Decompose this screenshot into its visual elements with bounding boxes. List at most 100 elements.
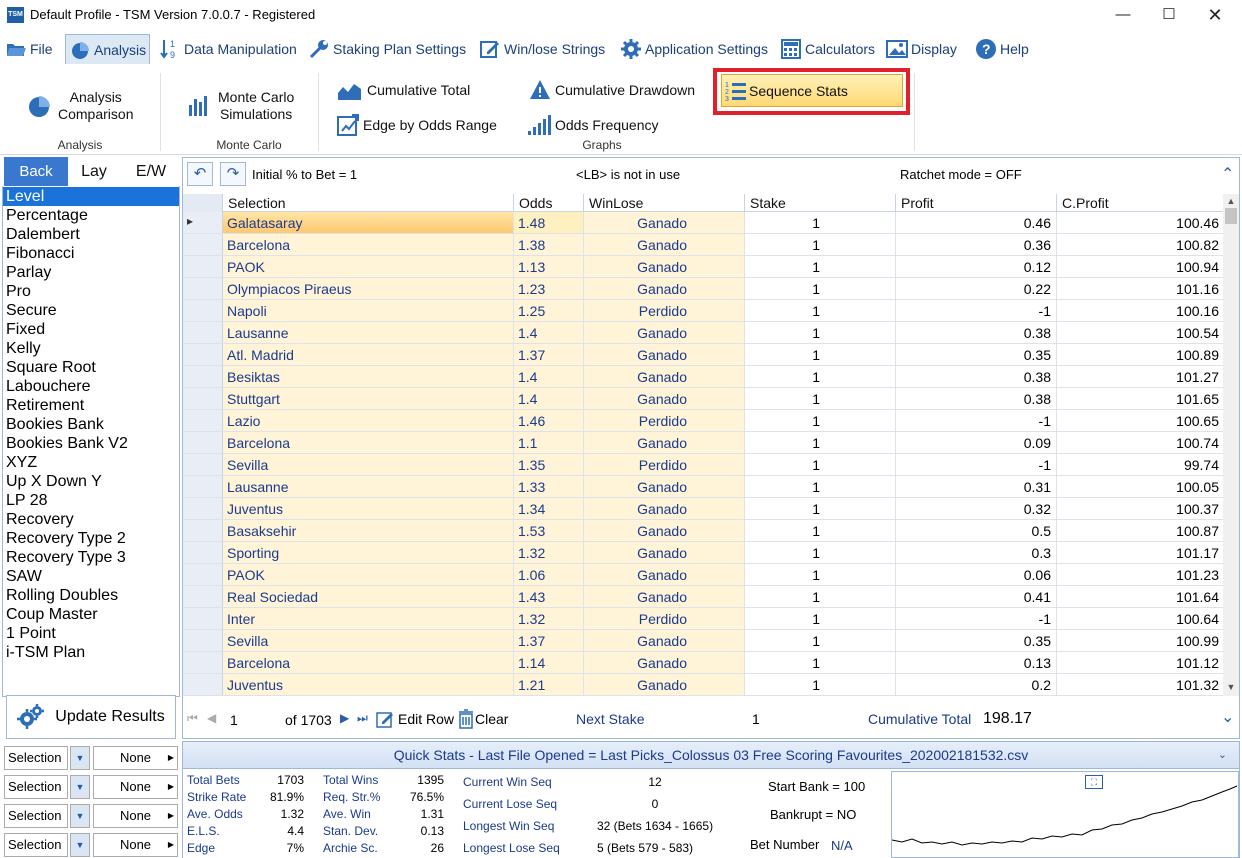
tab-back[interactable]: Back <box>4 157 68 186</box>
cell-stake[interactable]: 1 <box>745 366 896 387</box>
cell-profit[interactable]: 0.35 <box>896 630 1057 651</box>
record-number-input[interactable]: 1 <box>230 712 238 728</box>
cell-cprofit[interactable]: 101.64 <box>1057 586 1223 607</box>
cell-cprofit[interactable]: 100.16 <box>1057 300 1223 321</box>
cell-profit[interactable]: 0.22 <box>896 278 1057 299</box>
next-record-icon[interactable]: ▶ <box>340 711 349 725</box>
cell-winlose[interactable]: Ganado <box>584 256 745 277</box>
row-selector[interactable] <box>183 388 223 409</box>
cell-selection[interactable]: Inter <box>223 608 514 629</box>
cell-winlose[interactable]: Ganado <box>584 234 745 255</box>
cell-cprofit[interactable]: 100.64 <box>1057 608 1223 629</box>
staking-plan-item[interactable]: Fibonacci <box>3 244 179 263</box>
cell-stake[interactable]: 1 <box>745 300 896 321</box>
maximize-button[interactable]: ☐ <box>1146 0 1192 30</box>
tab-ew[interactable]: E/W <box>122 157 180 186</box>
row-selector[interactable] <box>183 630 223 651</box>
row-selector[interactable] <box>183 476 223 497</box>
cell-odds[interactable]: 1.43 <box>514 586 584 607</box>
table-row[interactable]: Juventus 1.21 Ganado 1 0.2 101.32 <box>183 674 1223 696</box>
filter-value-select[interactable]: None ▶ <box>93 775 178 799</box>
row-selector[interactable] <box>183 454 223 475</box>
staking-plan-item[interactable]: Retirement <box>3 396 179 415</box>
cell-cprofit[interactable]: 101.65 <box>1057 388 1223 409</box>
filter-field-select[interactable]: Selection <box>4 804 68 828</box>
cell-selection[interactable]: Lazio <box>223 410 514 431</box>
table-row[interactable]: Juventus 1.34 Ganado 1 0.32 100.37 <box>183 498 1223 520</box>
edge-by-odds-range-button[interactable]: Edge by Odds Range <box>337 114 497 136</box>
collapse-icon[interactable]: ⌄ <box>1218 742 1227 769</box>
last-record-icon[interactable]: ⏭ <box>357 711 368 726</box>
staking-plan-item[interactable]: i-TSM Plan <box>3 643 179 662</box>
cell-cprofit[interactable]: 99.74 <box>1057 454 1223 475</box>
cell-profit[interactable]: 0.38 <box>896 366 1057 387</box>
cell-odds[interactable]: 1.53 <box>514 520 584 541</box>
cell-profit[interactable]: 0.32 <box>896 498 1057 519</box>
cell-profit[interactable]: 0.2 <box>896 674 1057 695</box>
row-selector[interactable] <box>183 300 223 321</box>
cell-odds[interactable]: 1.23 <box>514 278 584 299</box>
chevron-down-icon[interactable]: ▼ <box>70 804 90 828</box>
table-row[interactable]: Basaksehir 1.53 Ganado 1 0.5 100.87 <box>183 520 1223 542</box>
odds-frequency-button[interactable]: Odds Frequency <box>527 114 659 136</box>
row-selector-header[interactable] <box>183 194 223 212</box>
table-row[interactable]: Napoli 1.25 Perdido 1 -1 100.16 <box>183 300 1223 322</box>
scrollbar-thumb[interactable] <box>1225 208 1237 224</box>
cell-odds[interactable]: 1.38 <box>514 234 584 255</box>
cell-winlose[interactable]: Ganado <box>584 586 745 607</box>
cell-selection[interactable]: Lausanne <box>223 322 514 343</box>
chevron-down-icon[interactable]: ▼ <box>70 775 90 799</box>
table-row[interactable]: Olympiacos Piraeus 1.23 Ganado 1 0.22 101.16 <box>183 278 1223 300</box>
staking-plan-item[interactable]: SAW <box>3 567 179 586</box>
table-row[interactable]: Sporting 1.32 Ganado 1 0.3 101.17 <box>183 542 1223 564</box>
cell-profit[interactable]: 0.31 <box>896 476 1057 497</box>
cell-selection[interactable]: Galatasaray <box>223 212 514 233</box>
table-row[interactable]: Lazio 1.46 Perdido 1 -1 100.65 <box>183 410 1223 432</box>
cell-stake[interactable]: 1 <box>745 278 896 299</box>
staking-plan-item[interactable]: Coup Master <box>3 605 179 624</box>
cell-selection[interactable]: Napoli <box>223 300 514 321</box>
expand-down-icon[interactable]: ⌄ <box>1221 707 1234 727</box>
column-header-odds[interactable]: Odds <box>514 194 584 212</box>
staking-plan-item[interactable]: Bookies Bank V2 <box>3 434 179 453</box>
edit-row-button[interactable]: Edit Row <box>376 709 454 729</box>
filter-value-select[interactable]: None ▶ <box>93 746 178 770</box>
staking-plan-item[interactable]: 1 Point <box>3 624 179 643</box>
cell-cprofit[interactable]: 100.82 <box>1057 234 1223 255</box>
cell-stake[interactable]: 1 <box>745 454 896 475</box>
menu-display[interactable]: Display <box>883 34 960 64</box>
staking-plan-item[interactable]: Square Root <box>3 358 179 377</box>
cell-winlose[interactable]: Ganado <box>584 520 745 541</box>
cell-odds[interactable]: 1.46 <box>514 410 584 431</box>
cell-cprofit[interactable]: 100.46 <box>1057 212 1223 233</box>
chevron-down-icon[interactable]: ▼ <box>70 746 90 770</box>
row-selector[interactable] <box>183 608 223 629</box>
cell-profit[interactable]: 0.38 <box>896 388 1057 409</box>
expand-chart-icon[interactable]: ⛶ <box>1085 775 1103 789</box>
cell-winlose[interactable]: Ganado <box>584 366 745 387</box>
row-selector[interactable] <box>183 322 223 343</box>
cell-profit[interactable]: 0.38 <box>896 322 1057 343</box>
cell-odds[interactable]: 1.4 <box>514 388 584 409</box>
staking-plan-item[interactable]: Bookies Bank <box>3 415 179 434</box>
cell-selection[interactable]: PAOK <box>223 256 514 277</box>
cell-selection[interactable]: Barcelona <box>223 652 514 673</box>
cell-cprofit[interactable]: 101.27 <box>1057 366 1223 387</box>
redo-icon[interactable]: ↷ <box>220 162 246 186</box>
cell-odds[interactable]: 1.37 <box>514 344 584 365</box>
cell-cprofit[interactable]: 101.16 <box>1057 278 1223 299</box>
staking-plan-item[interactable]: Pro <box>3 282 179 301</box>
cell-selection[interactable]: PAOK <box>223 564 514 585</box>
cell-winlose[interactable]: Ganado <box>584 212 745 233</box>
row-selector[interactable] <box>183 564 223 585</box>
first-record-icon[interactable]: ⏮ <box>187 711 198 726</box>
cell-winlose[interactable]: Perdido <box>584 608 745 629</box>
cell-stake[interactable]: 1 <box>745 212 896 233</box>
staking-plan-item[interactable]: Secure <box>3 301 179 320</box>
cell-cprofit[interactable]: 101.32 <box>1057 674 1223 695</box>
staking-plan-item[interactable]: Kelly <box>3 339 179 358</box>
menu-application-settings[interactable]: Application Settings <box>617 34 771 64</box>
cell-selection[interactable]: Olympiacos Piraeus <box>223 278 514 299</box>
cell-stake[interactable]: 1 <box>745 586 896 607</box>
cell-cprofit[interactable]: 100.54 <box>1057 322 1223 343</box>
